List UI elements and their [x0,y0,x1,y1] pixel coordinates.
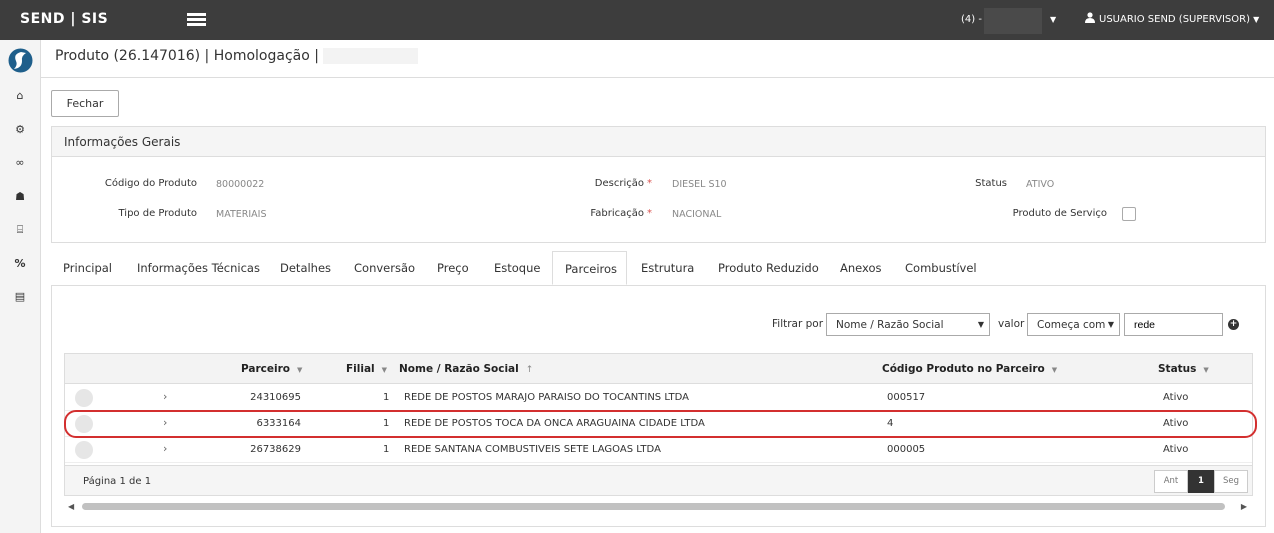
codigo-value: 80000022 [216,179,265,190]
highlight-annotation [64,410,1257,438]
fabricacao-value: NACIONAL [672,209,722,220]
tab-principal[interactable]: Principal [51,251,124,285]
cell-codigo: 000517 [887,392,926,403]
breadcrumb-text: Produto (26.147016) | Homologação | [55,48,319,64]
app-logo: SEND | SIS [20,11,109,27]
tipo-label: Tipo de Produto [118,208,198,219]
caret-down-icon[interactable]: ▼ [1050,15,1056,24]
expand-chevron-icon[interactable]: › [163,390,167,403]
filter-operator-select[interactable]: Começa com ▼ [1027,313,1120,336]
valor-label: valor [998,318,1025,330]
col-status[interactable]: Status ▼ [1158,363,1209,375]
scroll-right-icon[interactable]: ▶ [1241,502,1247,511]
cogs-icon[interactable]: ⚙ [12,123,28,137]
filter-value-input[interactable] [1124,313,1223,336]
caret-down-icon: ▼ [1253,15,1260,24]
prev-page-button[interactable]: Ant [1154,470,1188,493]
filter-label: Filtrar por [772,318,824,330]
table-row[interactable]: › 24310695 1 REDE DE POSTOS MARAJO PARAI… [65,385,1252,411]
hamburger-menu-icon[interactable] [187,13,206,27]
next-page-button[interactable]: Seg [1214,470,1248,493]
grid-footer: Página 1 de 1 Ant 1 Seg [65,465,1252,495]
cell-filial: 1 [383,444,390,455]
brand-logo-icon [8,48,33,73]
breadcrumb: Produto (26.147016) | Homologação | [55,48,418,64]
top-bar: SEND | SIS (4) - ▼ USUARIO SEND (SUPERVI… [0,0,1274,40]
divider [41,77,1274,78]
percent-icon[interactable]: % [12,257,28,271]
cubes-icon[interactable]: ☗ [12,190,28,204]
tab-parceiros[interactable]: Parceiros [552,251,627,285]
user-icon [1085,12,1095,23]
status-value: ATIVO [1026,179,1055,190]
cell-parceiro: 26738629 [250,444,301,455]
expand-chevron-icon[interactable]: › [163,442,167,455]
page-info: Página 1 de 1 [83,476,152,487]
servico-label: Produto de Serviço [1012,208,1107,219]
descricao-label: Descrição * [594,178,652,189]
handshake-icon[interactable]: ∞ [12,156,28,170]
col-nome[interactable]: Nome / Razão Social ↑ [399,363,533,375]
cell-parceiro: 24310695 [250,392,301,403]
sidebar: ⌂ ⚙ ∞ ☗ ⌸ % ▤ [0,40,41,533]
home-icon[interactable]: ⌂ [12,89,28,103]
cell-nome: REDE DE POSTOS MARAJO PARAISO DO TOCANTI… [404,392,689,403]
sort-icon: ▼ [1051,366,1058,374]
company-selector[interactable] [984,8,1042,34]
cell-nome: REDE SANTANA COMBUSTIVEIS SETE LAGOAS LT… [404,444,661,455]
tab-produto-reduzido[interactable]: Produto Reduzido [706,251,831,285]
sort-asc-icon: ↑ [525,365,534,375]
chevron-down-icon: ▼ [977,320,984,329]
tab-detalhes[interactable]: Detalhes [268,251,343,285]
fabricacao-label: Fabricação * [590,208,652,219]
company-selector-label[interactable]: (4) - [961,14,982,25]
col-codigo[interactable]: Código Produto no Parceiro ▼ [882,363,1057,375]
col-parceiro[interactable]: Parceiro ▼ [241,363,302,375]
scroll-thumb[interactable] [82,503,1225,510]
codigo-label: Código do Produto [104,178,197,189]
cell-status: Ativo [1163,444,1189,455]
cell-codigo: 000005 [887,444,926,455]
tab-estrutura[interactable]: Estrutura [629,251,706,285]
add-filter-icon[interactable]: + [1228,319,1239,330]
view-icon[interactable] [75,389,93,407]
print-icon[interactable]: ▤ [12,290,28,304]
tab-anexos[interactable]: Anexos [828,251,894,285]
scroll-left-icon[interactable]: ◀ [68,502,74,511]
sort-icon: ▼ [1203,366,1209,374]
cell-status: Ativo [1163,392,1189,403]
filter-field-select[interactable]: Nome / Razão Social ▼ [826,313,990,336]
page-1-button[interactable]: 1 [1188,470,1214,493]
sort-icon: ▼ [381,366,388,374]
servico-checkbox[interactable] [1122,207,1136,221]
sort-icon: ▼ [297,366,303,374]
tab-combustivel[interactable]: Combustível [893,251,989,285]
user-menu[interactable]: USUARIO SEND (SUPERVISOR) ▼ [1085,12,1259,25]
horizontal-scrollbar[interactable]: ◀ ▶ [64,499,1253,515]
descricao-value: DIESEL S10 [672,179,727,190]
tab-preco[interactable]: Preço [425,251,481,285]
chevron-down-icon: ▼ [1107,320,1114,329]
bank-icon[interactable]: ⌸ [12,223,28,237]
view-icon[interactable] [75,441,93,459]
grid-header: Parceiro ▼ Filial ▼ Nome / Razão Social ↑ C… [65,354,1252,384]
tab-informacoes-tecnicas[interactable]: Informações Técnicas [125,251,272,285]
status-label: Status [975,178,1007,189]
cell-filial: 1 [383,392,390,403]
tab-bar: Principal Informações Técnicas Detalhes … [51,251,1266,285]
user-name: USUARIO SEND (SUPERVISOR) [1099,14,1250,25]
table-row[interactable]: › 26738629 1 REDE SANTANA COMBUSTIVEIS S… [65,437,1252,463]
tipo-value: MATERIAIS [216,209,267,220]
col-filial[interactable]: Filial ▼ [346,363,387,375]
tab-estoque[interactable]: Estoque [482,251,552,285]
close-button[interactable]: Fechar [51,90,119,117]
panel-title: Informações Gerais [52,127,1265,157]
redacted-name [322,48,418,64]
tab-conversao[interactable]: Conversão [342,251,427,285]
